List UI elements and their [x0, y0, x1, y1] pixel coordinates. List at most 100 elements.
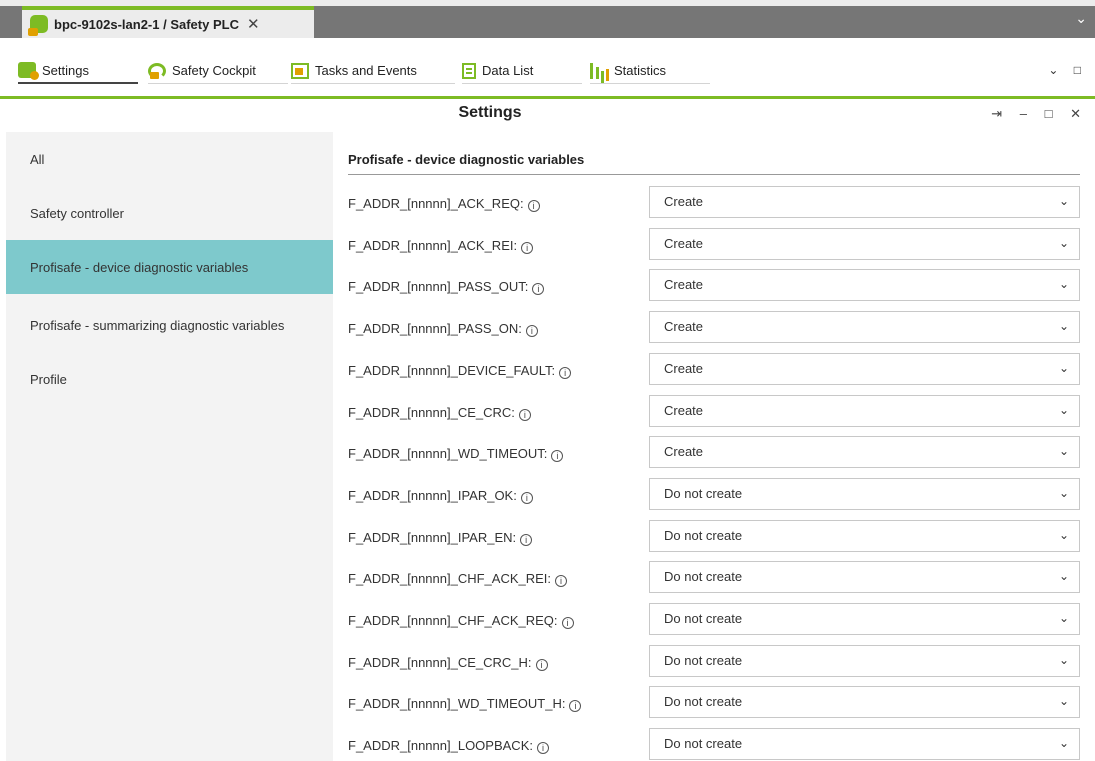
setting-dropdown[interactable]: Create ⌄ — [649, 436, 1080, 469]
setting-dropdown[interactable]: Create ⌄ — [649, 227, 1080, 260]
setting-row: F_ADDR_[nnnnn]_CE_CRC_H: i Do not create ⌄ — [348, 642, 1080, 683]
setting-label: F_ADDR_[nnnnn]_CE_CRC_H: i — [348, 655, 548, 671]
setting-label: F_ADDR_[nnnnn]_ACK_REI: i — [348, 237, 534, 254]
setting-label: F_ADDR_[nnnnn]_WD_TIMEOUT_H: i — [348, 696, 582, 713]
info-icon[interactable]: i — [535, 658, 548, 671]
sidebar-item-device-diagnostic[interactable]: Profisafe - device diagnostic variables — [6, 240, 333, 294]
chevron-down-icon: ⌄ — [1058, 569, 1069, 584]
setting-dropdown[interactable]: Do not create ⌄ — [649, 728, 1080, 761]
info-icon[interactable]: i — [551, 450, 564, 463]
setting-row: F_ADDR_[nnnnn]_PASS_ON: i Create ⌄ — [348, 308, 1080, 349]
setting-row: F_ADDR_[nnnnn]_DEVICE_FAULT: i Create ⌄ — [348, 350, 1080, 391]
setting-dropdown[interactable]: Do not create ⌄ — [649, 644, 1080, 677]
info-icon[interactable]: i — [527, 200, 540, 212]
setting-dropdown[interactable]: Do not create ⌄ — [649, 686, 1080, 719]
tool-statistics-label: Statistics — [614, 63, 667, 78]
setting-label-text: F_ADDR_[nnnnn]_DEVICE_FAULT: — [348, 362, 556, 378]
sidebar-item-label: All — [30, 151, 45, 167]
chevron-down-icon: ⌄ — [1058, 527, 1069, 542]
setting-label: F_ADDR_[nnnnn]_ACK_REQ: i — [348, 196, 540, 212]
section-divider — [348, 174, 1080, 175]
sidebar-item-label: Profisafe - summarizing diagnostic varia… — [30, 317, 285, 333]
setting-label: F_ADDR_[nnnnn]_IPAR_OK: i — [348, 488, 533, 504]
setting-label-text: F_ADDR_[nnnnn]_ACK_REI: — [348, 237, 518, 253]
info-icon[interactable]: i — [521, 241, 534, 254]
setting-row: F_ADDR_[nnnnn]_CHF_ACK_REQ: i Do not creat… — [348, 600, 1080, 641]
setting-label: F_ADDR_[nnnnn]_CHF_ACK_REI: i — [348, 571, 568, 588]
sidebar-item-profile[interactable]: Profile — [6, 352, 333, 406]
info-icon[interactable]: i — [561, 617, 574, 629]
document-tab[interactable]: bpc-9102s-lan2-1 / Safety PLC ✕ — [22, 6, 314, 38]
dropdown-value: Do not create — [664, 569, 743, 585]
setting-dropdown[interactable]: Do not create ⌄ — [649, 477, 1080, 510]
close-tab-icon[interactable]: ✕ — [247, 15, 260, 33]
chevron-down-icon: ⌄ — [1058, 736, 1069, 751]
setting-label: F_ADDR_[nnnnn]_WD_TIMEOUT: i — [348, 446, 564, 463]
setting-dropdown[interactable]: Create ⌄ — [649, 394, 1080, 427]
dropdown-value: Create — [664, 402, 704, 418]
maximize-icon[interactable]: □ — [1045, 106, 1053, 121]
sidebar-item-label: Safety controller — [30, 205, 124, 221]
setting-row: F_ADDR_[nnnnn]_ACK_REQ: i Create ⌄ — [348, 183, 1080, 224]
setting-dropdown[interactable]: Create ⌄ — [649, 186, 1080, 218]
toolbar: Settings Safety Cockpit Tasks and Events… — [0, 50, 1095, 90]
sidebar-item-all[interactable]: All — [6, 132, 333, 186]
tool-statistics[interactable]: Statistics — [590, 58, 710, 84]
setting-label-text: F_ADDR_[nnnnn]_LOOPBACK: — [348, 738, 533, 754]
chevron-down-icon: ⌄ — [1058, 611, 1069, 625]
setting-label-text: F_ADDR_[nnnnn]_CE_CRC: — [348, 404, 515, 420]
info-icon[interactable]: i — [555, 575, 568, 588]
setting-dropdown[interactable]: Create ⌄ — [649, 352, 1080, 385]
tool-tasks-and-events[interactable]: Tasks and Events — [291, 58, 455, 84]
dropdown-value: Do not create — [664, 527, 743, 543]
info-icon[interactable]: i — [525, 325, 538, 338]
close-icon[interactable]: ✕ — [1070, 106, 1081, 121]
toolbar-menu-chevron-icon[interactable]: ⌄ — [1048, 63, 1058, 77]
tool-tasks-label: Tasks and Events — [315, 63, 417, 78]
chevron-down-icon: ⌄ — [1058, 402, 1069, 417]
setting-dropdown[interactable]: Create ⌄ — [649, 269, 1080, 302]
setting-row: F_ADDR_[nnnnn]_CE_CRC: i Create ⌄ — [348, 392, 1080, 433]
setting-dropdown[interactable]: Create ⌄ — [649, 311, 1080, 344]
sidebar-item-summarizing-diagnostic[interactable]: Profisafe - summarizing diagnostic varia… — [6, 298, 333, 352]
dropdown-value: Do not create — [664, 485, 743, 501]
setting-label: F_ADDR_[nnnnn]_PASS_OUT: i — [348, 279, 545, 296]
chevron-down-icon: ⌄ — [1058, 652, 1069, 667]
settings-sidebar: All Safety controller Profisafe - device… — [6, 132, 333, 761]
info-icon[interactable]: i — [532, 283, 545, 296]
setting-label-text: F_ADDR_[nnnnn]_ACK_REQ: — [348, 196, 524, 211]
minimize-icon[interactable]: – — [1020, 106, 1027, 121]
tool-safety-cockpit[interactable]: Safety Cockpit — [148, 58, 288, 84]
tool-data-list[interactable]: Data List — [462, 58, 582, 84]
info-icon[interactable]: i — [559, 366, 572, 379]
dropdown-value: Do not create — [664, 652, 743, 668]
sidebar-item-safety-controller[interactable]: Safety controller — [6, 186, 333, 240]
tool-settings[interactable]: Settings — [18, 58, 138, 84]
safety-plc-icon — [28, 15, 48, 36]
setting-row: F_ADDR_[nnnnn]_WD_TIMEOUT: i Create ⌄ — [348, 433, 1080, 474]
pin-icon[interactable]: ⇥ — [991, 106, 1002, 121]
setting-label-text: F_ADDR_[nnnnn]_PASS_OUT: — [348, 279, 529, 295]
setting-dropdown[interactable]: Do not create ⌄ — [649, 519, 1080, 552]
setting-label: F_ADDR_[nnnnn]_LOOPBACK: i — [348, 738, 549, 755]
info-icon[interactable]: i — [536, 742, 549, 755]
dropdown-value: Do not create — [664, 736, 743, 752]
setting-row: F_ADDR_[nnnnn]_WD_TIMEOUT_H: i Do not crea… — [348, 683, 1080, 724]
setting-row: F_ADDR_[nnnnn]_IPAR_EN: i Do not create ⌄ — [348, 517, 1080, 558]
tab-list-chevron-icon[interactable]: ⌄ — [1075, 10, 1087, 27]
setting-dropdown[interactable]: Do not create ⌄ — [649, 603, 1080, 635]
dropdown-value: Create — [664, 360, 704, 376]
statistics-icon — [590, 62, 608, 79]
setting-label: F_ADDR_[nnnnn]_PASS_ON: i — [348, 321, 538, 338]
setting-label-text: F_ADDR_[nnnnn]_WD_TIMEOUT: — [348, 446, 548, 462]
info-icon[interactable]: i — [569, 700, 582, 713]
info-icon[interactable]: i — [520, 533, 533, 546]
info-icon[interactable]: i — [518, 408, 531, 421]
setting-row: F_ADDR_[nnnnn]_CHF_ACK_REI: i Do not creat… — [348, 558, 1080, 599]
toolbar-controls: ⌄ □ — [1036, 63, 1081, 77]
toolbar-restore-icon[interactable]: □ — [1074, 63, 1081, 77]
setting-label: F_ADDR_[nnnnn]_CHF_ACK_REQ: i — [348, 613, 574, 629]
info-icon[interactable]: i — [520, 491, 533, 504]
setting-dropdown[interactable]: Do not create ⌄ — [649, 561, 1080, 594]
dropdown-value: Create — [664, 235, 704, 251]
